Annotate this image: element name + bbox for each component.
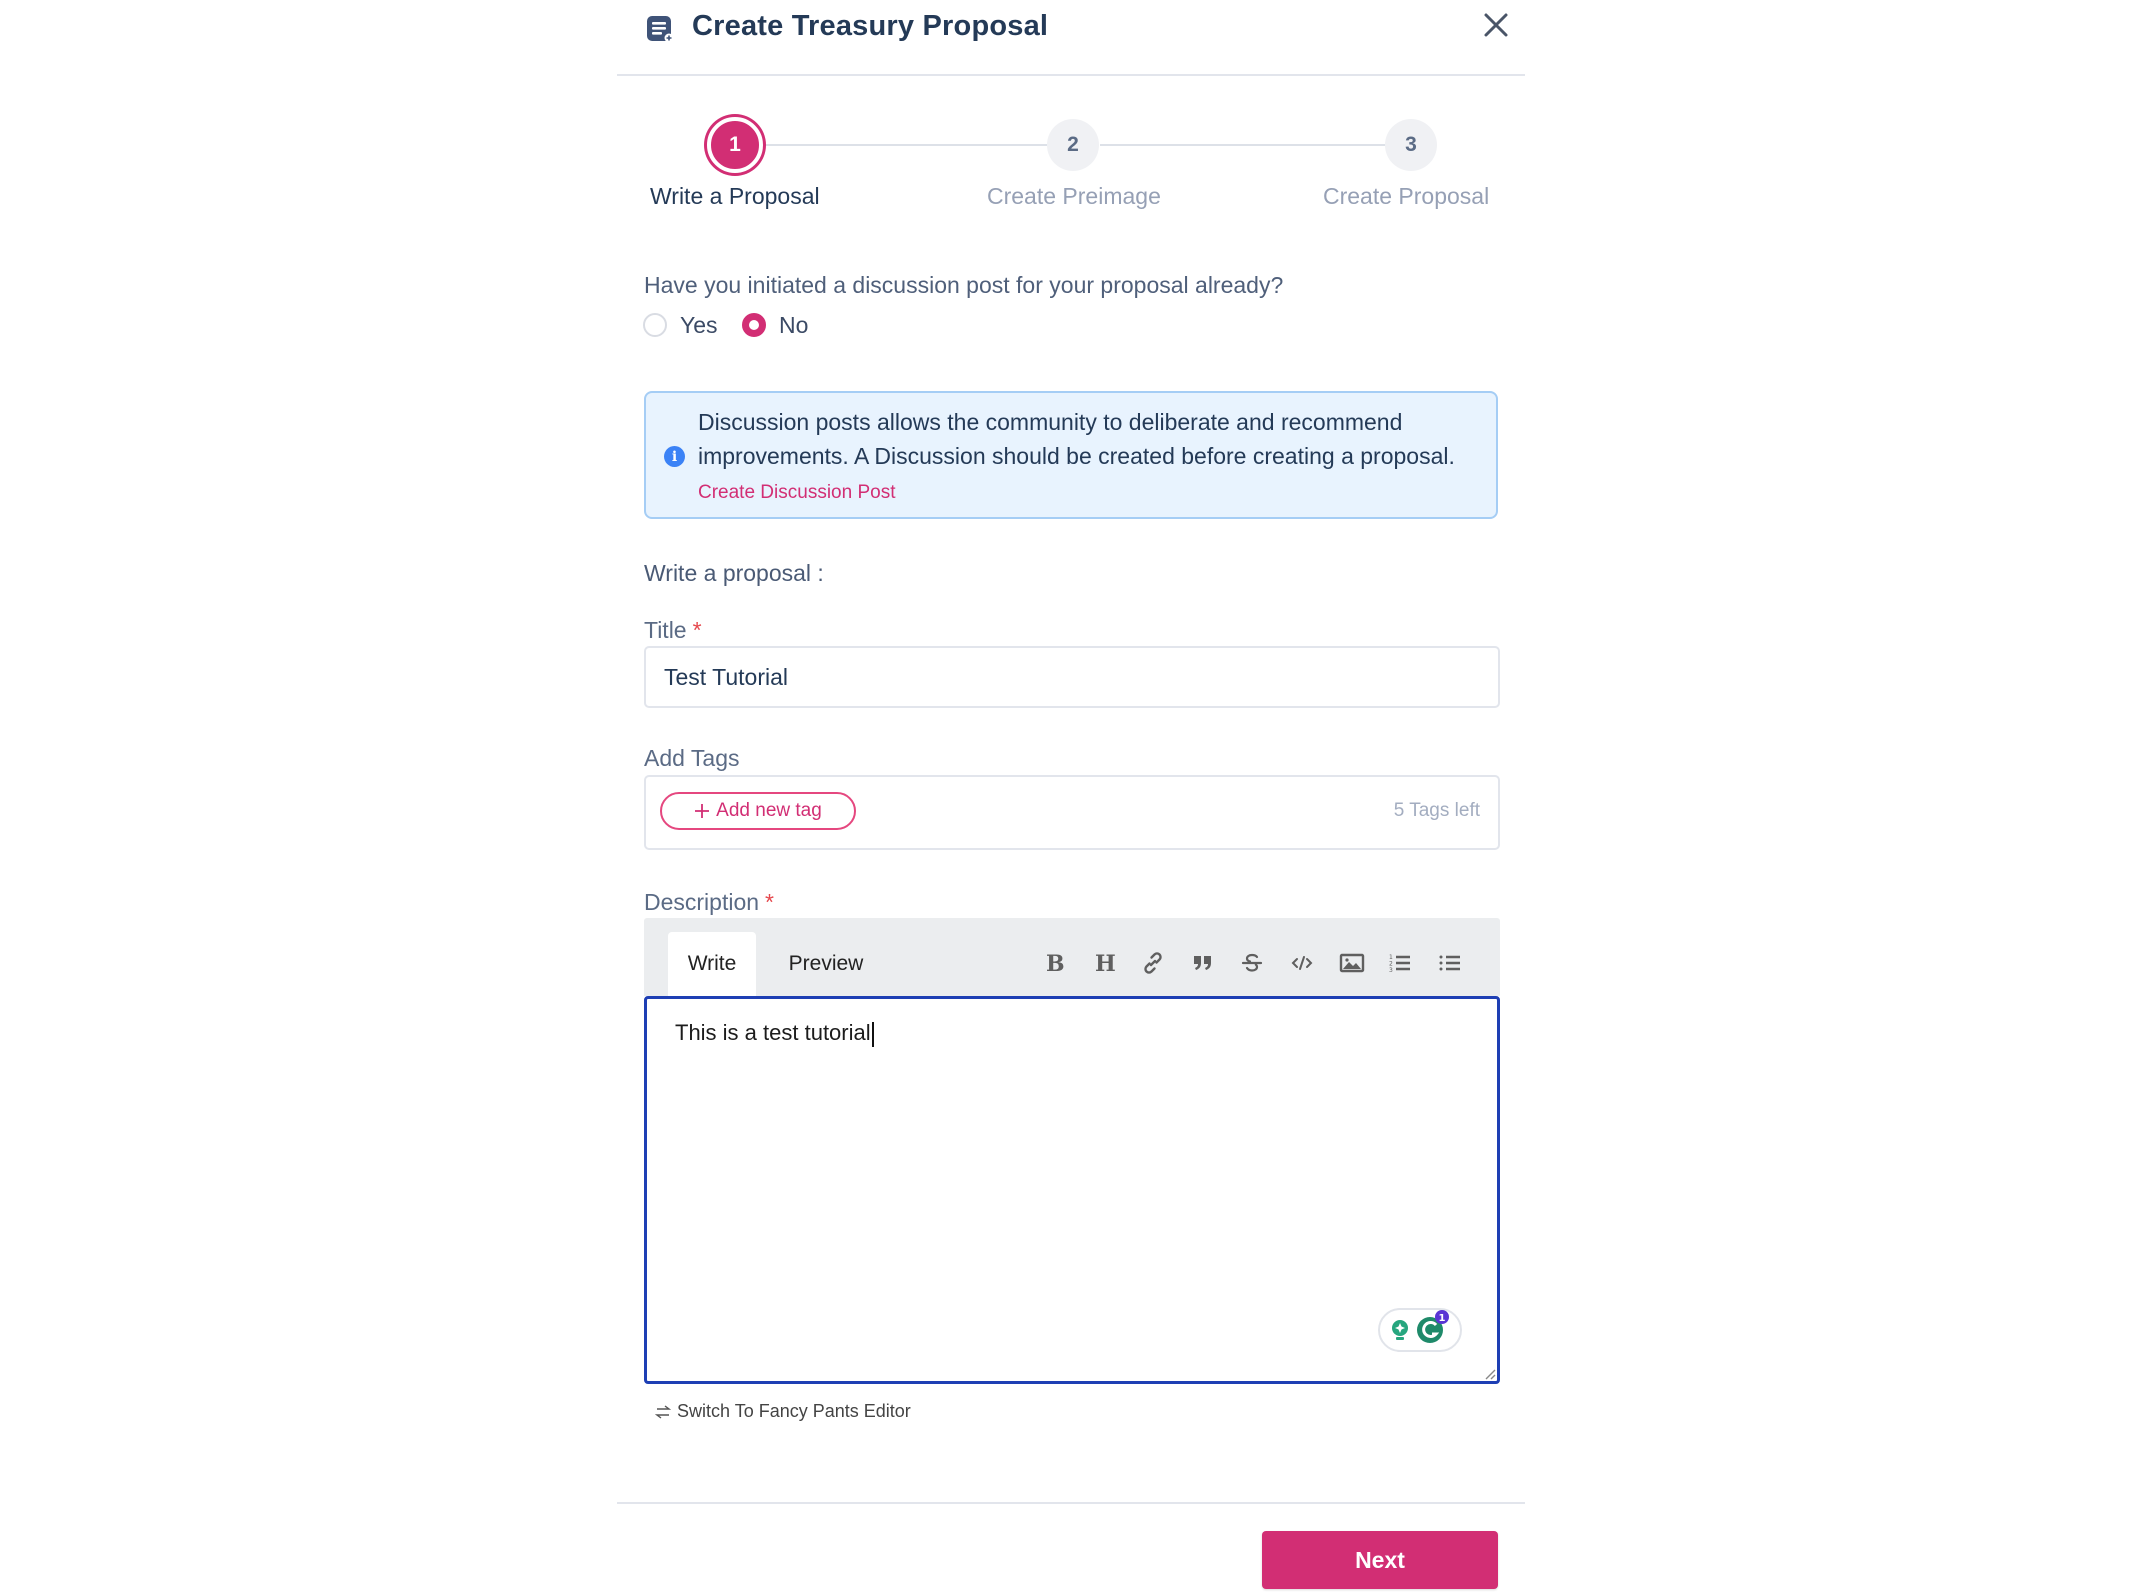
stepper-connector — [765, 144, 1050, 146]
resize-handle[interactable] — [1482, 1366, 1496, 1380]
description-textarea[interactable] — [644, 996, 1500, 1384]
plus-icon — [695, 804, 710, 818]
stepper-connector — [1100, 144, 1390, 146]
swap-icon — [655, 1404, 671, 1419]
title-input-value: Test Tutorial — [664, 663, 788, 690]
lightbulb-icon — [1392, 1320, 1408, 1340]
code-button[interactable] — [1285, 946, 1319, 980]
required-mark: * — [765, 889, 774, 915]
header-divider — [617, 74, 1525, 76]
step-2-indicator: 2 — [1047, 119, 1099, 171]
svg-text:1: 1 — [1439, 1313, 1446, 1324]
info-icon: i — [664, 446, 685, 467]
description-textarea-value: This is a test tutorial — [675, 1020, 874, 1047]
close-button[interactable] — [1478, 8, 1514, 44]
quote-button[interactable] — [1186, 946, 1220, 980]
link-button[interactable] — [1136, 946, 1170, 980]
modal-title: Create Treasury Proposal — [692, 10, 1049, 42]
grammarly-widget[interactable]: 1 — [1378, 1308, 1462, 1352]
notification-badge: 1 — [1435, 1310, 1449, 1324]
bold-button[interactable]: B — [1038, 946, 1072, 980]
link-icon — [1144, 952, 1162, 974]
radio-no[interactable] — [742, 313, 766, 337]
step-number: 1 — [729, 133, 741, 156]
step-3-label: Create Proposal — [1323, 183, 1490, 209]
radio-yes-label[interactable]: Yes — [680, 312, 718, 339]
tab-write[interactable]: Write — [668, 932, 756, 996]
bold-icon: B — [1046, 951, 1065, 975]
add-new-tag-button[interactable]: Add new tag — [660, 792, 856, 830]
image-icon — [1339, 953, 1365, 973]
footer-divider — [617, 1502, 1525, 1504]
step-number: 2 — [1067, 133, 1079, 156]
document-icon — [646, 15, 674, 43]
description-label: Description * — [644, 889, 774, 916]
strikethrough-button[interactable] — [1235, 946, 1269, 980]
add-tags-label: Add Tags — [644, 745, 740, 771]
required-mark: * — [692, 617, 702, 643]
switch-editor-link[interactable]: Switch To Fancy Pants Editor — [655, 1401, 911, 1422]
strikethrough-icon — [1241, 953, 1263, 972]
next-button[interactable]: Next — [1262, 1531, 1498, 1589]
svg-text:3: 3 — [1389, 967, 1393, 974]
title-label: Title * — [644, 617, 702, 644]
info-alert-message: Discussion posts allows the community to… — [698, 409, 1455, 469]
tab-preview[interactable]: Preview — [770, 932, 882, 996]
title-input[interactable]: Test Tutorial — [644, 646, 1500, 708]
svg-text:B: B — [1046, 951, 1065, 975]
svg-text:H: H — [1095, 951, 1116, 975]
description-text: This is a test tutorial — [675, 1020, 871, 1045]
switch-editor-label: Switch To Fancy Pants Editor — [677, 1401, 911, 1421]
write-proposal-heading: Write a proposal : — [644, 560, 824, 586]
heading-icon: H — [1095, 951, 1116, 975]
radio-no-label[interactable]: No — [779, 312, 808, 339]
close-icon — [1484, 13, 1508, 37]
image-button[interactable] — [1335, 946, 1369, 980]
text-caret — [871, 1021, 874, 1047]
step-2-label: Create Preimage — [987, 183, 1161, 209]
discussion-question-label: Have you initiated a discussion post for… — [644, 272, 1284, 298]
step-1-label: Write a Proposal — [650, 183, 820, 209]
tags-remaining: 5 Tags left — [1393, 800, 1480, 821]
step-1-indicator: 1 — [707, 117, 763, 173]
add-new-tag-label: Add new tag — [716, 800, 822, 821]
info-alert-text: Discussion posts allows the community to… — [698, 405, 1488, 510]
step-3-indicator: 3 — [1385, 119, 1437, 171]
description-label-text: Description — [644, 889, 760, 915]
title-label-text: Title — [644, 617, 687, 643]
unordered-list-button[interactable] — [1433, 946, 1467, 980]
step-number: 3 — [1405, 133, 1417, 156]
quote-icon — [1194, 956, 1211, 970]
create-discussion-post-link[interactable]: Create Discussion Post — [698, 482, 895, 503]
ordered-list-button[interactable]: 123 — [1383, 946, 1417, 980]
radio-yes[interactable] — [643, 313, 667, 337]
unordered-list-icon — [1439, 955, 1460, 971]
ordered-list-icon: 123 — [1389, 954, 1410, 974]
heading-button[interactable]: H — [1088, 946, 1122, 980]
code-icon — [1291, 956, 1313, 970]
